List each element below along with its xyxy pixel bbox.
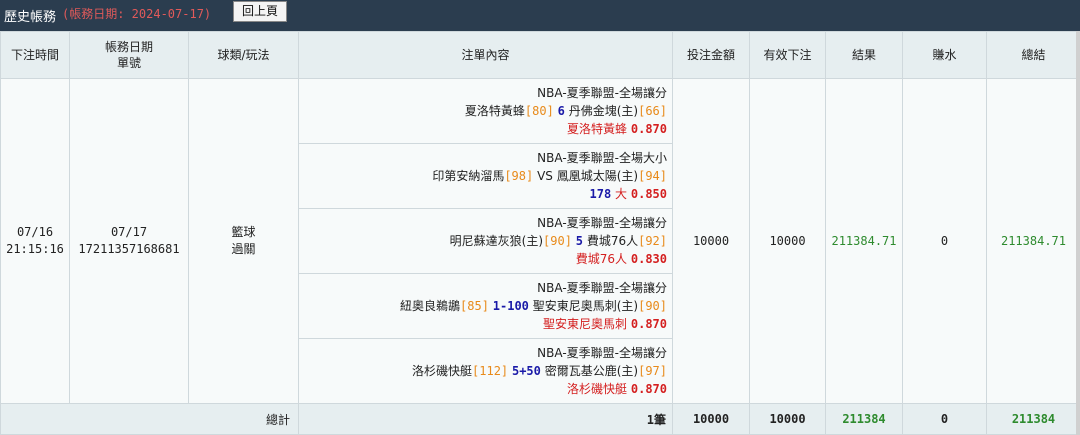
bet-time-cell: 07/16 21:15:16: [0, 78, 70, 404]
leg-pick: 夏洛特黃蜂 0.870: [304, 120, 667, 138]
leg-odds-a: [98]: [504, 169, 534, 183]
col-bet-time: 下注時間: [0, 31, 70, 79]
leg-pick: 費城76人 0.830: [304, 250, 667, 268]
leg-team-b: 密爾瓦基公鹿(主): [544, 364, 639, 378]
leg-matchup: 洛杉磯快艇[112] 5+50 密爾瓦基公鹿(主)[97]: [304, 362, 667, 380]
leg-pick-team: 夏洛特黃蜂: [567, 122, 628, 136]
leg-pick: 聖安東尼奧馬刺 0.870: [304, 315, 667, 333]
leg-odds-a: [90]: [543, 234, 572, 248]
totals-total: 211384: [986, 403, 1080, 435]
stake-cell: 10000: [672, 78, 750, 404]
bet-leg: NBA-夏季聯盟-全場讓分 紐奧良鵜鶘[85] 1-100 聖安東尼奧馬刺(主)…: [298, 273, 673, 339]
leg-odds-a: [85]: [460, 299, 489, 313]
leg-odds-a: [112]: [472, 364, 509, 378]
account-date-label: (帳務日期: 2024-07-17): [62, 7, 212, 21]
leg-price: 0.830: [630, 252, 667, 266]
table-row: 07/16 21:15:16 07/17 17211357168681 籃球 過…: [0, 78, 1080, 404]
leg-matchup: 紐奧良鵜鶘[85] 1-100 聖安東尼奧馬刺(主)[90]: [304, 297, 667, 315]
col-valid-stake: 有效下注: [749, 31, 826, 79]
leg-odds-b: [94]: [638, 169, 667, 183]
bet-leg: NBA-夏季聯盟-全場讓分 夏洛特黃蜂[80] 6 丹佛金塊(主)[66] 夏洛…: [298, 78, 673, 144]
leg-team-a: 紐奧良鵜鶘: [400, 299, 461, 313]
page-title: 歷史帳務: [4, 10, 57, 25]
totals-result: 211384: [825, 403, 903, 435]
leg-pick: 178 大 0.850: [304, 185, 667, 203]
leg-price: 0.870: [630, 122, 667, 136]
leg-team-b: 丹佛金塊(主): [568, 104, 639, 118]
leg-team-a: 洛杉磯快艇: [412, 364, 473, 378]
bet-leg: NBA-夏季聯盟-全場讓分 洛杉磯快艇[112] 5+50 密爾瓦基公鹿(主)[…: [298, 338, 673, 404]
totals-label: 總計: [0, 403, 299, 435]
leg-total-line: 178: [589, 187, 612, 201]
history-table: 下注時間 帳務日期單號 球類/玩法 注單內容 投注金額 有效下注 結果 賺水 總…: [0, 31, 1080, 435]
col-stake: 投注金額: [672, 31, 750, 79]
top-bar: 歷史帳務 (帳務日期: 2024-07-17) 回上頁: [0, 0, 1080, 31]
col-bet-content: 注單內容: [298, 31, 673, 79]
bet-time: 21:15:16: [6, 242, 64, 256]
leg-team-b: 鳳凰城太陽(主): [556, 169, 639, 183]
leg-team-a: 夏洛特黃蜂: [464, 104, 525, 118]
rebate-cell: 0: [902, 78, 987, 404]
bet-leg: NBA-夏季聯盟-全場讓分 明尼蘇達灰狼(主)[90] 5 費城76人[92] …: [298, 208, 673, 274]
totals-count: 1筆: [298, 403, 673, 435]
leg-pick-team: 大: [615, 187, 628, 201]
leg-league: NBA-夏季聯盟-全場讓分: [537, 346, 667, 360]
back-button[interactable]: 回上頁: [233, 1, 287, 22]
valid-stake-cell: 10000: [749, 78, 826, 404]
leg-price: 0.870: [630, 317, 667, 331]
leg-handicap: 6: [557, 104, 565, 118]
col-rebate: 賺水: [902, 31, 987, 79]
play-type: 過關: [231, 242, 256, 256]
totals-rebate: 0: [902, 403, 987, 435]
leg-league: NBA-夏季聯盟-全場大小: [537, 151, 667, 165]
leg-vs: VS: [537, 169, 553, 183]
leg-team-a: 明尼蘇達灰狼(主): [449, 234, 544, 248]
leg-pick-team: 洛杉磯快艇: [567, 382, 628, 396]
totals-row: 總計 1筆 10000 10000 211384 0 211384: [0, 403, 1080, 435]
leg-matchup: 夏洛特黃蜂[80] 6 丹佛金塊(主)[66]: [304, 102, 667, 120]
leg-handicap: 5: [575, 234, 583, 248]
leg-odds-b: [97]: [638, 364, 667, 378]
bet-date: 07/16: [16, 225, 54, 239]
leg-league: NBA-夏季聯盟-全場讓分: [537, 86, 667, 100]
leg-matchup: 明尼蘇達灰狼(主)[90] 5 費城76人[92]: [304, 232, 667, 250]
leg-matchup: 印第安納溜馬[98] VS 鳳凰城太陽(主)[94]: [304, 167, 667, 185]
leg-handicap: 1-100: [492, 299, 529, 313]
leg-odds-b: [92]: [638, 234, 667, 248]
col-total: 總結: [986, 31, 1080, 79]
bet-leg: NBA-夏季聯盟-全場大小 印第安納溜馬[98] VS 鳳凰城太陽(主)[94]…: [298, 143, 673, 209]
leg-league: NBA-夏季聯盟-全場讓分: [537, 216, 667, 230]
result-cell: 211384.71: [825, 78, 903, 404]
account-date: 07/17: [110, 225, 148, 239]
totals-valid-stake: 10000: [749, 403, 826, 435]
scrollbar[interactable]: [1076, 31, 1080, 435]
leg-odds-b: [66]: [638, 104, 667, 118]
sport-name: 籃球: [231, 225, 256, 239]
leg-pick: 洛杉磯快艇 0.870: [304, 380, 667, 398]
col-result: 結果: [825, 31, 903, 79]
leg-team-b: 費城76人: [586, 234, 639, 248]
account-date-cell: 07/17 17211357168681: [69, 78, 189, 404]
col-account-date-label: 帳務日期: [104, 40, 153, 54]
leg-odds-b: [90]: [638, 299, 667, 313]
sport-cell: 籃球 過關: [188, 78, 299, 404]
ticket-number: 17211357168681: [78, 242, 180, 256]
totals-stake: 10000: [672, 403, 750, 435]
leg-league: NBA-夏季聯盟-全場讓分: [537, 281, 667, 295]
table-header-row: 下注時間 帳務日期單號 球類/玩法 注單內容 投注金額 有效下注 結果 賺水 總…: [0, 31, 1080, 79]
total-cell: 211384.71: [986, 78, 1080, 404]
leg-pick-team: 聖安東尼奧馬刺: [543, 317, 628, 331]
col-sport: 球類/玩法: [188, 31, 299, 79]
leg-pick-team: 費城76人: [575, 252, 628, 266]
leg-price: 0.850: [630, 187, 667, 201]
col-account-date: 帳務日期 單號: [69, 31, 189, 79]
leg-team-a: 印第安納溜馬: [432, 169, 505, 183]
leg-odds-a: [80]: [524, 104, 554, 118]
col-ticket-no-label: 單號: [116, 56, 141, 70]
leg-team-b: 聖安東尼奧馬刺(主): [532, 299, 639, 313]
leg-handicap: 5+50: [511, 364, 541, 378]
leg-price: 0.870: [630, 382, 667, 396]
